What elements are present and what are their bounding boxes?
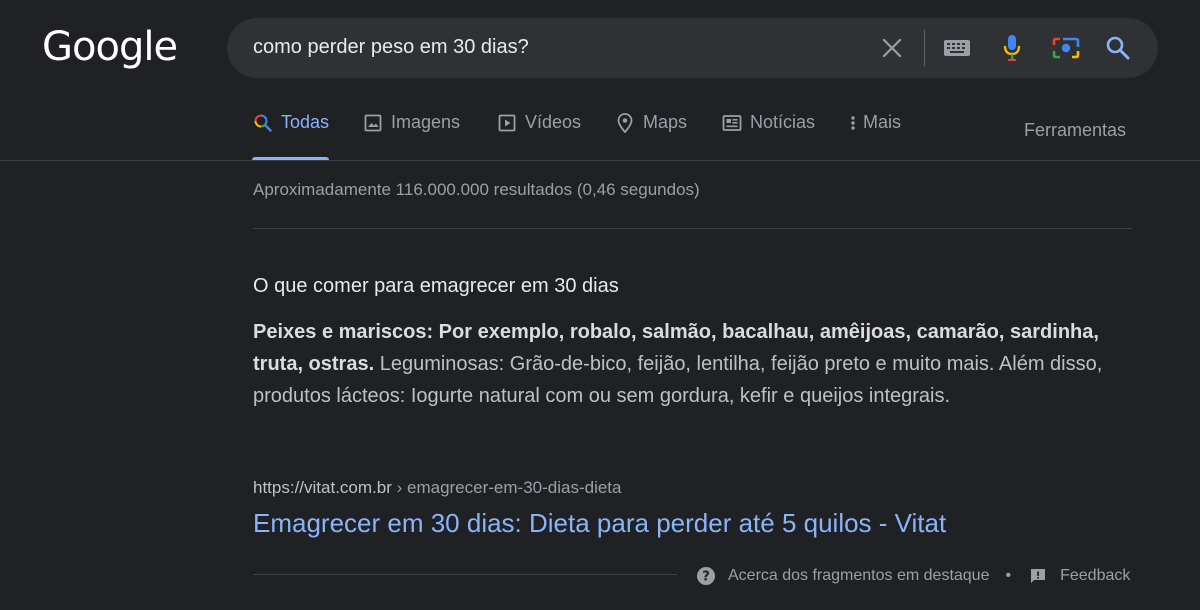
search-input[interactable]: como perder peso em 30 dias?	[253, 36, 529, 59]
tab-label: Notícias	[750, 112, 816, 132]
help-icon[interactable]: ?	[695, 565, 717, 587]
divider	[253, 228, 1132, 229]
tab-label: Mais	[863, 112, 902, 132]
tabs-divider	[0, 160, 1200, 161]
result-stats: Aproximadamente 116.000.000 resultados (…	[253, 180, 700, 199]
tab-label: Todas	[281, 112, 330, 132]
snippet-footer: ? Acerca dos fragmentos em destaque • Fe…	[695, 564, 1130, 588]
tab-noticias[interactable]: Notícias	[721, 112, 815, 160]
footer-divider	[253, 574, 677, 575]
result-url[interactable]: https://vitat.com.br › emagrecer-em-30-d…	[253, 478, 621, 498]
close-icon[interactable]	[877, 33, 907, 63]
snippet-body-text: Leguminosas: Grão-de-bico, feijão, lenti…	[253, 353, 1103, 407]
search-icon	[252, 112, 274, 134]
tab-imagens[interactable]: Imagens	[362, 112, 460, 160]
feedback-icon[interactable]	[1027, 565, 1049, 587]
search-icon[interactable]	[1103, 33, 1133, 63]
more-vert-icon	[848, 112, 858, 134]
svg-text:?: ?	[702, 570, 710, 585]
featured-snippet-text: Peixes e mariscos: Por exemplo, robalo, …	[253, 316, 1123, 412]
result-title-link[interactable]: Emagrecer em 30 dias: Dieta para perder …	[253, 508, 946, 539]
play-icon	[496, 112, 518, 134]
cite-domain: https://vitat.com.br	[253, 478, 392, 497]
tab-mais[interactable]: Mais	[848, 112, 901, 160]
pin-icon	[614, 112, 636, 134]
mic-icon[interactable]	[997, 33, 1027, 63]
news-icon	[721, 112, 743, 134]
tab-maps[interactable]: Maps	[614, 112, 687, 160]
about-snippets-link[interactable]: Acerca dos fragmentos em destaque	[728, 567, 989, 585]
cite-path: › emagrecer-em-30-dias-dieta	[391, 478, 622, 497]
feedback-link[interactable]: Feedback	[1060, 567, 1130, 585]
tab-label: Maps	[643, 112, 688, 132]
tab-label: Imagens	[391, 112, 461, 132]
tab-videos[interactable]: Vídeos	[496, 112, 581, 160]
tools-button[interactable]: Ferramentas	[1024, 120, 1126, 141]
keyboard-icon[interactable]	[942, 33, 972, 63]
camera-icon[interactable]	[1051, 33, 1081, 63]
footer-separator: •	[1005, 567, 1012, 584]
search-divider	[924, 30, 925, 66]
image-icon	[362, 112, 384, 134]
featured-snippet-title: O que comer para emagrecer em 30 dias	[253, 275, 619, 297]
tab-label: Vídeos	[525, 112, 582, 132]
google-logo[interactable]: Google	[42, 24, 178, 70]
search-box[interactable]: como perder peso em 30 dias?	[227, 18, 1158, 78]
tab-todas[interactable]: Todas	[252, 112, 330, 160]
